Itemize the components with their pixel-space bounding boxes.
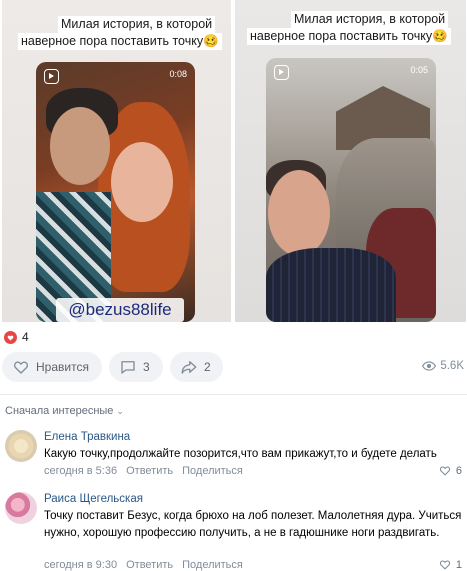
comment-author[interactable]: Раиса Щегельская: [44, 493, 143, 505]
views-count: 5.6K: [440, 360, 464, 372]
avatar[interactable]: [5, 492, 37, 524]
story-preview: 0:08 @bezus88life: [36, 62, 195, 322]
comment-button[interactable]: 3: [109, 352, 163, 382]
reply-button[interactable]: Ответить: [126, 465, 173, 477]
sort-label: Сначала интересные: [5, 405, 114, 417]
reel-icon: [44, 69, 59, 84]
story-duration: 0:05: [410, 65, 428, 75]
post-actions: Нравится 3 2 5.6K: [0, 352, 467, 382]
comment-likes-count: 1: [455, 558, 462, 571]
reel-icon: [274, 65, 289, 80]
comment-meta: сегодня в 9:30 Ответить Поделиться: [44, 559, 243, 571]
photo-right[interactable]: Милая история, в которой наверное пора п…: [235, 0, 466, 322]
avatar[interactable]: [5, 430, 37, 462]
caption-line1: Милая история, в которой: [58, 16, 216, 33]
comment-like-button[interactable]: 1: [438, 558, 462, 571]
views-counter: 5.6K: [422, 360, 464, 372]
caption-line2: наверное пора поставить точку🥴: [247, 28, 451, 45]
share-comment-button[interactable]: Поделиться: [182, 465, 243, 477]
story-duration: 0:08: [169, 69, 187, 79]
face-shape: [50, 107, 110, 185]
comment-like-button[interactable]: 6: [438, 464, 462, 477]
heart-outline-icon: [13, 361, 29, 374]
comment-icon: [121, 361, 135, 374]
shares-count: 2: [204, 360, 211, 374]
heart-outline-icon: [439, 466, 451, 476]
reply-button[interactable]: Ответить: [126, 559, 173, 571]
like-label: Нравится: [36, 360, 89, 374]
eye-icon: [422, 361, 437, 371]
watermark-handle: @bezus88life: [56, 298, 184, 322]
comment-likes-count: 6: [455, 464, 462, 477]
face-shape: [111, 142, 173, 222]
caption-line1: Милая история, в которой: [291, 11, 449, 28]
caption-line2: наверное пора поставить точку🥴: [18, 33, 222, 50]
comments-sort-dropdown[interactable]: Сначала интересные ⌄: [5, 405, 124, 417]
comment-text: Точку поставит Безус, когда брюхо на лоб…: [44, 510, 462, 539]
share-comment-button[interactable]: Поделиться: [182, 559, 243, 571]
story-preview: 0:05: [266, 58, 436, 322]
share-icon: [181, 361, 197, 374]
face-shape: [268, 170, 330, 256]
post-photos: Милая история, в которой наверное пора п…: [0, 0, 467, 322]
share-button[interactable]: 2: [170, 352, 223, 382]
photo-left[interactable]: Милая история, в которой наверное пора п…: [2, 0, 231, 322]
like-button[interactable]: Нравится: [2, 352, 102, 382]
heart-outline-icon: [439, 560, 451, 570]
comments-count: 3: [143, 360, 150, 374]
heart-icon: [4, 330, 17, 344]
comment-meta: сегодня в 5:36 Ответить Поделиться: [44, 465, 243, 477]
chevron-down-icon: ⌄: [116, 405, 124, 416]
reactions-summary[interactable]: 4: [4, 329, 29, 345]
comment-time[interactable]: сегодня в 9:30: [44, 559, 117, 571]
comment-time[interactable]: сегодня в 5:36: [44, 465, 117, 477]
comment-author[interactable]: Елена Травкина: [44, 431, 130, 443]
divider: [0, 394, 467, 395]
reactions-count: 4: [22, 330, 29, 344]
comment-text: Какую точку,продолжайте позорится,что ва…: [44, 448, 437, 460]
jacket-shape: [266, 248, 396, 322]
